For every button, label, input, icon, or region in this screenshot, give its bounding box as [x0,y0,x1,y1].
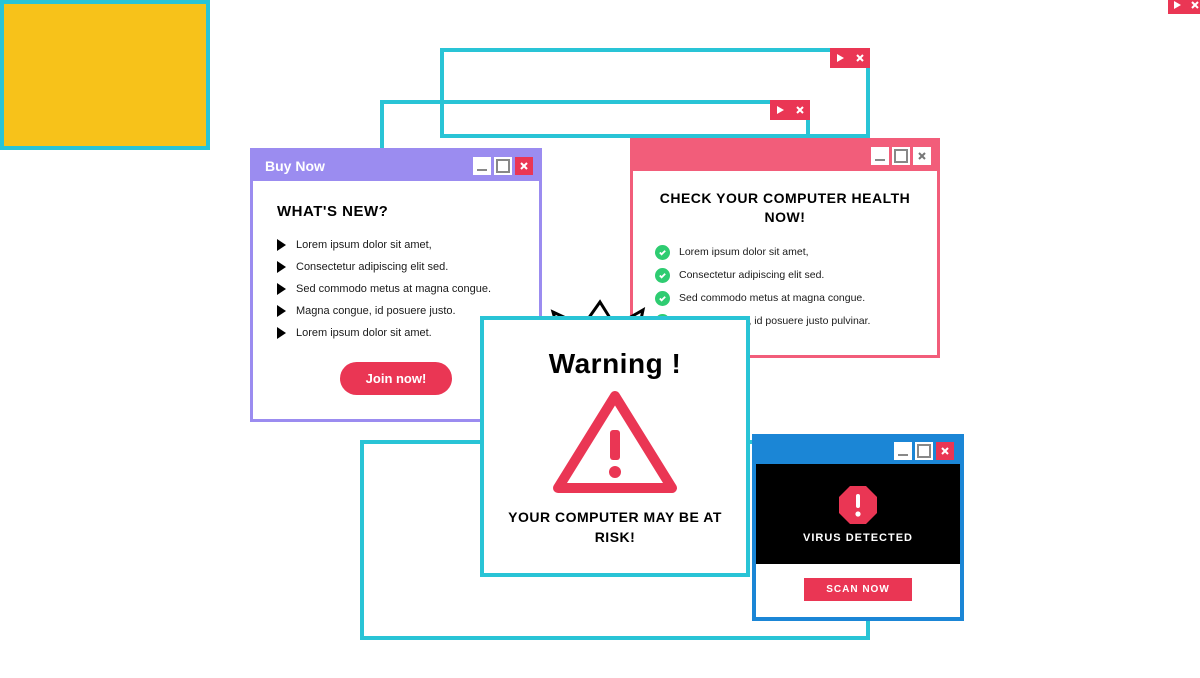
triangle-icon [277,283,286,295]
warning-titlebar [484,320,746,344]
play-icon[interactable] [770,100,790,120]
close-button[interactable] [936,442,954,460]
minimize-button[interactable] [473,157,491,175]
list-item: Consectetur adipiscing elit sed. [655,264,915,287]
warning-window: Warning ! YOUR COMPUTER MAY BE AT RISK! [480,316,750,577]
minimize-button[interactable] [894,442,912,460]
popup-window: POP-UP! [0,0,210,150]
play-icon[interactable] [705,323,723,341]
virus-window: VIRUS DETECTED SCAN NOW [752,434,964,621]
list-item-label: Magna congue, id posuere justo. [296,305,456,317]
join-now-button[interactable]: Join now! [340,362,453,395]
close-icon[interactable] [1186,0,1200,14]
buy-title: Buy Now [265,158,473,174]
list-item-label: Sed commodo metus at magna congue. [679,292,865,304]
list-item-label: Lorem ipsum dolor sit amet, [296,239,432,251]
close-icon[interactable] [790,100,810,120]
list-item: Lorem ipsum dolor sit amet, [655,241,915,264]
play-icon[interactable] [830,48,850,68]
triangle-icon [277,261,286,273]
close-icon[interactable] [726,323,744,341]
buy-titlebar: Buy Now [253,151,539,181]
list-item-label: Consectetur adipiscing elit sed. [679,269,824,281]
list-item: Consectetur adipiscing elit sed. [277,256,515,278]
list-item: Lorem ipsum dolor sit amet, [277,234,515,256]
stop-octagon-icon [837,484,879,526]
triangle-icon [277,239,286,251]
scan-now-button[interactable]: SCAN NOW [804,578,912,601]
play-icon[interactable] [1168,0,1186,14]
list-item-label: Lorem ipsum dolor sit amet. [296,327,432,339]
check-icon [655,268,670,283]
virus-label: VIRUS DETECTED [803,532,913,544]
check-icon [655,245,670,260]
warning-body: YOUR COMPUTER MAY BE AT RISK! [494,508,736,547]
list-item: Sed commodo metus at magna congue. [277,278,515,300]
maximize-button[interactable] [915,442,933,460]
close-button[interactable] [913,147,931,165]
triangle-icon [277,305,286,317]
health-titlebar [633,141,937,171]
health-heading: CHECK YOUR COMPUTER HEALTH NOW! [655,189,915,227]
buy-heading: WHAT'S NEW? [277,203,515,220]
virus-banner: VIRUS DETECTED [756,464,960,564]
maximize-button[interactable] [892,147,910,165]
minimize-button[interactable] [871,147,889,165]
close-icon[interactable] [850,48,870,68]
triangle-icon [277,327,286,339]
warning-triangle-icon [550,388,680,498]
list-item: Sed commodo metus at magna congue. [655,287,915,310]
virus-titlebar [756,438,960,464]
maximize-button[interactable] [494,157,512,175]
list-item-label: Sed commodo metus at magna congue. [296,283,491,295]
list-item-label: Consectetur adipiscing elit sed. [296,261,448,273]
close-button[interactable] [515,157,533,175]
warning-title: Warning ! [494,348,736,380]
list-item-label: Lorem ipsum dolor sit amet, [679,246,809,258]
